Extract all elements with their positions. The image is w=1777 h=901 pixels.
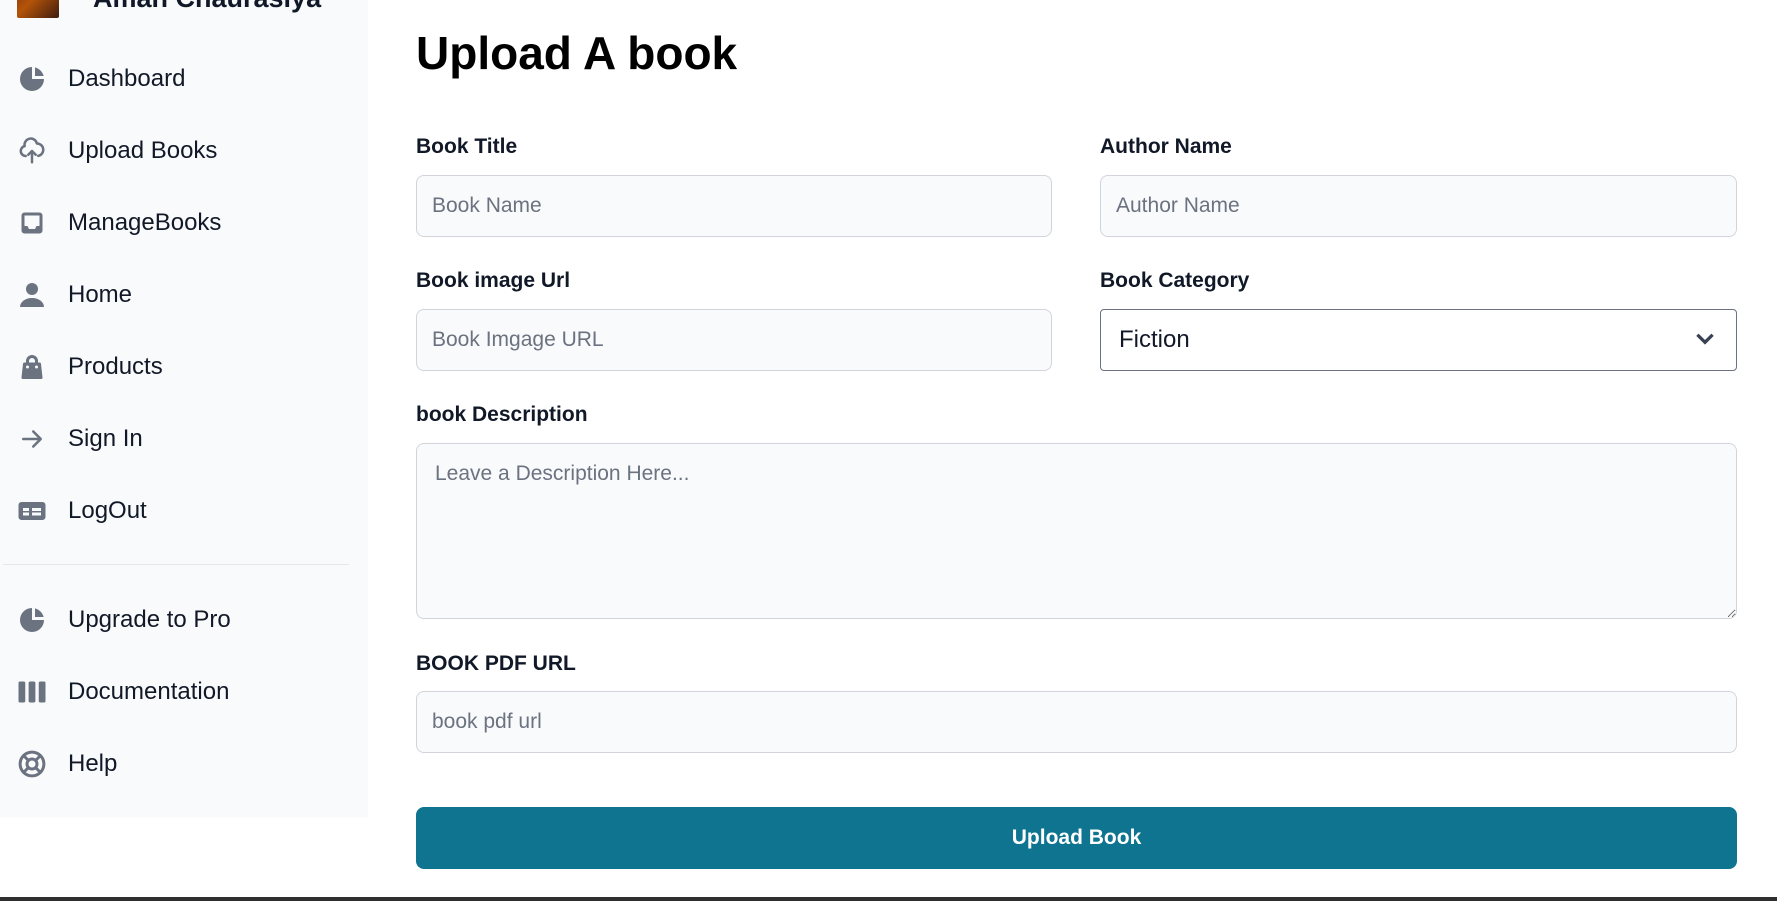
book-pdf-url-input[interactable]	[416, 691, 1737, 753]
profile-name: Aman Chaurasiya	[93, 0, 321, 14]
sidebar-divider	[3, 564, 349, 565]
table-icon	[16, 495, 48, 527]
book-title-label: Book Title	[416, 135, 518, 158]
page-title: Upload A book	[416, 27, 738, 79]
chevron-down-icon	[1692, 325, 1718, 356]
book-description-label: book Description	[416, 403, 588, 426]
sidebar-item-sign-in[interactable]: Sign In	[16, 419, 143, 459]
profile[interactable]: Aman Chaurasiya	[17, 0, 321, 18]
user-icon	[16, 279, 48, 311]
window-bottom-edge	[0, 897, 1777, 901]
sidebar-item-managebooks[interactable]: ManageBooks	[16, 203, 221, 243]
sidebar-item-label: Help	[68, 750, 118, 777]
sidebar-item-label: Home	[68, 281, 133, 308]
sidebar-item-upgrade-to-pro[interactable]: Upgrade to Pro	[16, 600, 231, 640]
sidebar-item-label: ManageBooks	[68, 209, 222, 236]
sidebar-item-upload-books[interactable]: Upload Books	[16, 131, 217, 171]
sidebar-item-dashboard[interactable]: Dashboard	[16, 59, 185, 99]
sidebar-item-label: Documentation	[68, 678, 230, 705]
book-category-selected-value: Fiction	[1119, 326, 1190, 353]
arrow-right-icon	[16, 423, 48, 455]
sidebar-item-label: Sign In	[68, 425, 143, 452]
book-category-label: Book Category	[1100, 269, 1250, 292]
sidebar-item-label: LogOut	[68, 497, 147, 524]
pie-chart-icon	[16, 63, 48, 95]
avatar	[17, 0, 59, 18]
sidebar-item-help[interactable]: Help	[16, 744, 117, 784]
shopping-bag-icon	[16, 351, 48, 383]
lifebuoy-icon	[16, 748, 48, 780]
sidebar-item-label: Upload Books	[68, 137, 218, 164]
sidebar-item-products[interactable]: Products	[16, 347, 163, 387]
pie-chart-icon	[16, 604, 48, 636]
book-image-url-label: Book image Url	[416, 269, 571, 292]
book-title-input[interactable]	[416, 175, 1052, 237]
view-columns-icon	[16, 676, 48, 708]
cloud-upload-icon	[16, 135, 48, 167]
book-pdf-url-label: BOOK PDF URL	[416, 652, 576, 675]
upload-book-button[interactable]: Upload Book	[416, 807, 1737, 869]
sidebar: Aman Chaurasiya Dashboard Upload Books M…	[0, 0, 368, 817]
book-description-textarea[interactable]	[416, 443, 1737, 619]
sidebar-item-home[interactable]: Home	[16, 275, 132, 315]
sidebar-item-label: Dashboard	[68, 65, 186, 92]
sidebar-item-label: Upgrade to Pro	[68, 606, 231, 633]
author-name-label: Author Name	[1100, 135, 1232, 158]
sidebar-item-documentation[interactable]: Documentation	[16, 672, 229, 712]
sidebar-item-label: Products	[68, 353, 163, 380]
inbox-icon	[16, 207, 48, 239]
author-name-input[interactable]	[1100, 175, 1737, 237]
upload-book-page: Aman Chaurasiya Dashboard Upload Books M…	[0, 0, 1777, 901]
book-category-select[interactable]: Fiction	[1100, 309, 1737, 371]
book-image-url-input[interactable]	[416, 309, 1052, 371]
sidebar-item-logout[interactable]: LogOut	[16, 491, 147, 531]
